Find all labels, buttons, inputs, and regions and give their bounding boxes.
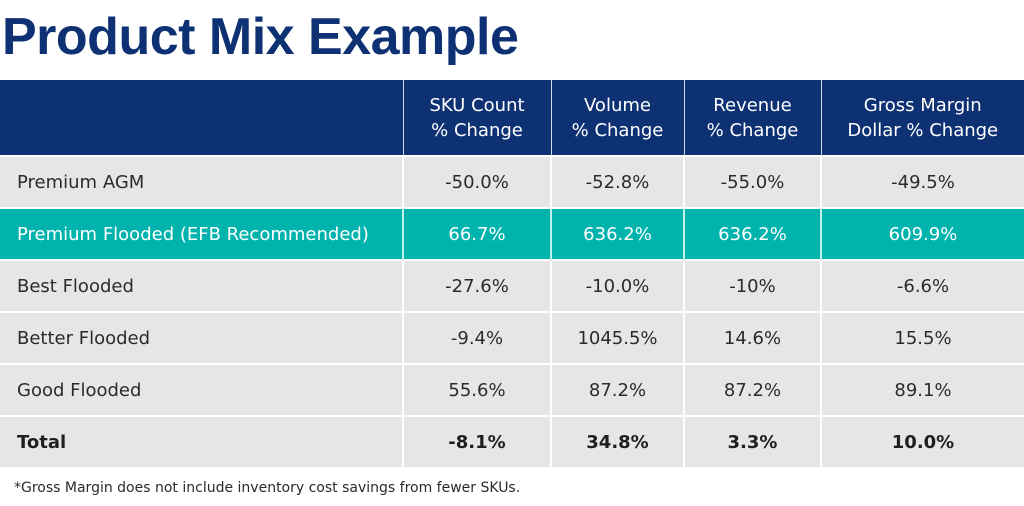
- header-line: Volume: [584, 94, 651, 116]
- footnote: *Gross Margin does not include inventory…: [14, 480, 521, 496]
- revenue-cell: 87.2%: [683, 363, 821, 416]
- header-line: % Change: [431, 119, 523, 141]
- gross-margin-cell: 10.0%: [820, 415, 1024, 467]
- volume-cell: -52.8%: [550, 155, 684, 208]
- volume-cell: 1045.5%: [550, 311, 684, 364]
- header-line: % Change: [706, 119, 799, 141]
- revenue-cell: 3.3%: [683, 415, 821, 467]
- product-mix-table: SKU Count % Change Volume % Change Reven…: [0, 80, 1024, 467]
- header-product: [0, 80, 403, 156]
- sku-count-cell: -27.6%: [402, 259, 551, 312]
- gross-margin-cell: 89.1%: [820, 363, 1024, 416]
- row-label: Premium AGM: [0, 155, 403, 208]
- revenue-cell: -10%: [683, 259, 821, 312]
- header-line: Revenue: [713, 94, 792, 116]
- header-gross-margin: Gross Margin Dollar % Change: [820, 80, 1024, 156]
- header-revenue: Revenue % Change: [683, 80, 821, 156]
- volume-cell: -10.0%: [550, 259, 684, 312]
- header-volume: Volume % Change: [550, 80, 684, 156]
- header-line: Dollar % Change: [847, 119, 999, 141]
- row-label: Better Flooded: [0, 311, 403, 364]
- gross-margin-cell: -49.5%: [820, 155, 1024, 208]
- row-label: Premium Flooded (EFB Recommended): [0, 207, 403, 260]
- row-label: Good Flooded: [0, 363, 403, 416]
- table-row: Better Flooded -9.4% 1045.5% 14.6% 15.5%: [0, 311, 1024, 364]
- table-row: Good Flooded 55.6% 87.2% 87.2% 89.1%: [0, 363, 1024, 416]
- sku-count-cell: 55.6%: [402, 363, 551, 416]
- sku-count-cell: 66.7%: [402, 207, 551, 260]
- volume-cell: 34.8%: [550, 415, 684, 467]
- revenue-cell: 636.2%: [683, 207, 821, 260]
- header-line: Gross Margin: [863, 94, 982, 116]
- row-label: Total: [0, 415, 403, 467]
- table-row: Best Flooded -27.6% -10.0% -10% -6.6%: [0, 259, 1024, 312]
- revenue-cell: -55.0%: [683, 155, 821, 208]
- revenue-cell: 14.6%: [683, 311, 821, 364]
- row-label: Best Flooded: [0, 259, 403, 312]
- header-sku-count: SKU Count % Change: [402, 80, 551, 156]
- gross-margin-cell: 15.5%: [820, 311, 1024, 364]
- volume-cell: 636.2%: [550, 207, 684, 260]
- gross-margin-cell: -6.6%: [820, 259, 1024, 312]
- header-line: % Change: [571, 119, 664, 141]
- table-row-total: Total -8.1% 34.8% 3.3% 10.0%: [0, 415, 1024, 467]
- header-line: SKU Count: [429, 94, 525, 116]
- sku-count-cell: -50.0%: [402, 155, 551, 208]
- volume-cell: 87.2%: [550, 363, 684, 416]
- table-header-row: SKU Count % Change Volume % Change Reven…: [0, 80, 1024, 156]
- table-row: Premium AGM -50.0% -52.8% -55.0% -49.5%: [0, 155, 1024, 208]
- gross-margin-cell: 609.9%: [820, 207, 1024, 260]
- page-title: Product Mix Example: [2, 8, 519, 66]
- table-row-highlighted: Premium Flooded (EFB Recommended) 66.7% …: [0, 207, 1024, 260]
- sku-count-cell: -9.4%: [402, 311, 551, 364]
- sku-count-cell: -8.1%: [402, 415, 551, 467]
